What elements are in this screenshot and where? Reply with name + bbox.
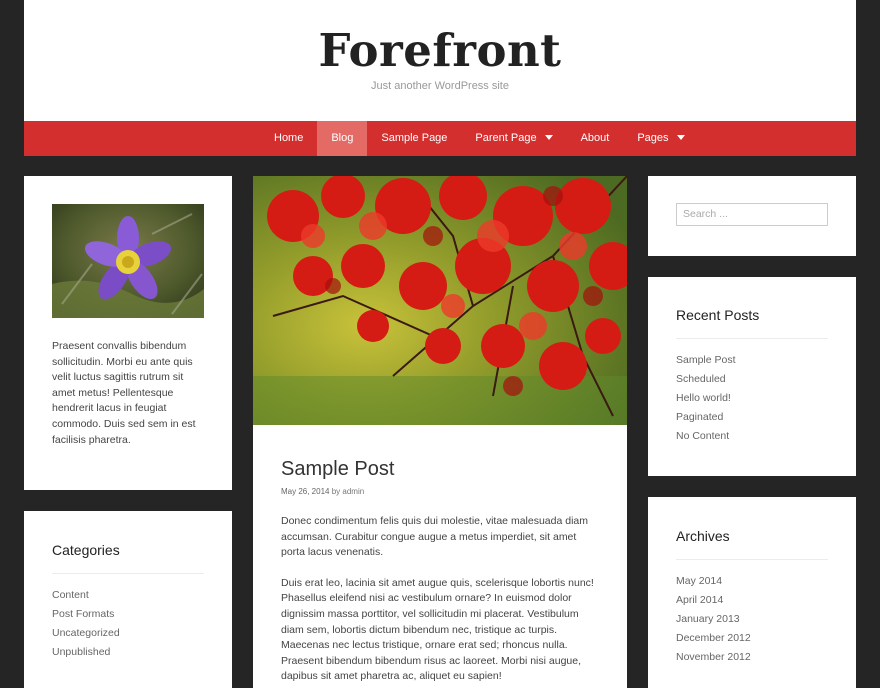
category-link[interactable]: Uncategorized (52, 624, 120, 643)
post-author[interactable]: admin (342, 487, 364, 496)
recent-post-link[interactable]: Sample Post (676, 351, 736, 370)
widget-divider (676, 338, 828, 339)
recent-posts-list: Sample Post Scheduled Hello world! Pagin… (676, 351, 736, 446)
widget-title: Recent Posts (676, 307, 760, 323)
widget-divider (676, 559, 828, 560)
category-link[interactable]: Unpublished (52, 643, 120, 662)
post-paragraph: Donec condimentum felis quis dui molesti… (281, 515, 588, 559)
widget-title: Archives (676, 528, 730, 544)
recent-posts-widget: Recent Posts Sample Post Scheduled Hello… (648, 277, 856, 476)
text-widget: Praesent convallis bibendum sollicitudin… (24, 176, 232, 490)
recent-post-link[interactable]: No Content (676, 427, 736, 446)
nav-item-blog[interactable]: Blog (317, 121, 368, 156)
search-widget: Search ... (648, 176, 856, 256)
nav-item-sample-page[interactable]: Sample Page (367, 121, 461, 156)
nav-item-parent-page[interactable]: Parent Page (461, 121, 566, 156)
categories-widget: Categories Content Post Formats Uncatego… (24, 511, 232, 688)
categories-list: Content Post Formats Uncategorized Unpub… (52, 586, 120, 662)
post-title[interactable]: Sample Post (281, 458, 394, 481)
chevron-down-icon (676, 134, 685, 140)
flower-image (52, 204, 204, 318)
featured-image[interactable] (253, 176, 627, 425)
post-paragraph: Duis erat leo, lacinia sit amet augue qu… (281, 576, 594, 683)
chevron-down-icon (544, 134, 553, 140)
recent-post-link[interactable]: Scheduled (676, 370, 736, 389)
archive-link[interactable]: November 2012 (676, 648, 751, 667)
nav-item-about[interactable]: About (567, 121, 624, 156)
site-title[interactable]: Forefront (24, 24, 856, 77)
post-content: Donec condimentum felis quis dui molesti… (281, 514, 601, 688)
post-date[interactable]: May 26, 2014 (281, 487, 329, 496)
widget-divider (52, 573, 204, 574)
nav-item-home[interactable]: Home (260, 121, 317, 156)
archives-widget: Archives May 2014 April 2014 January 201… (648, 497, 856, 688)
archive-link[interactable]: April 2014 (676, 591, 751, 610)
widget-title: Categories (52, 542, 120, 558)
archive-link[interactable]: December 2012 (676, 629, 751, 648)
category-link[interactable]: Content (52, 586, 120, 605)
text-widget-body: Praesent convallis bibendum sollicitudin… (52, 340, 196, 446)
recent-post-link[interactable]: Hello world! (676, 389, 736, 408)
post-by-label: by (331, 487, 341, 496)
category-link[interactable]: Post Formats (52, 605, 120, 624)
nav-item-pages[interactable]: Pages (623, 121, 698, 156)
archive-link[interactable]: May 2014 (676, 572, 751, 591)
search-input[interactable]: Search ... (676, 203, 828, 226)
post-article: Sample Post May 26, 2014 by admin Donec … (253, 176, 627, 688)
archives-list: May 2014 April 2014 January 2013 Decembe… (676, 572, 751, 667)
post-meta: May 26, 2014 by admin (281, 487, 364, 496)
archive-link[interactable]: January 2013 (676, 610, 751, 629)
recent-post-link[interactable]: Paginated (676, 408, 736, 427)
site-description: Just another WordPress site (371, 80, 509, 92)
main-navigation: Home Blog Sample Page Parent Page About … (24, 121, 856, 156)
nav-item-label: Pages (637, 132, 669, 144)
site-header: Forefront Just another WordPress site (24, 0, 856, 121)
nav-menu: Home Blog Sample Page Parent Page About … (260, 121, 699, 156)
nav-item-label: Parent Page (475, 132, 537, 144)
